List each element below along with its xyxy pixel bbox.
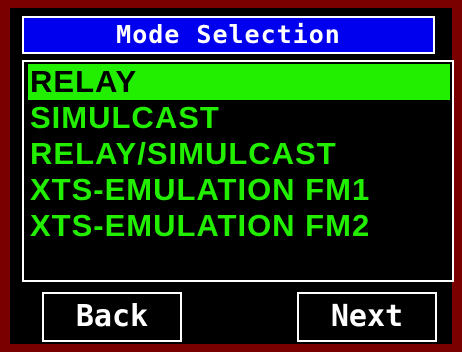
list-item-relay[interactable]: RELAY: [28, 64, 450, 100]
back-button[interactable]: Back: [42, 292, 182, 342]
mode-list: RELAY SIMULCAST RELAY/SIMULCAST XTS-EMUL…: [22, 60, 454, 282]
list-item-xts-emulation-fm2[interactable]: XTS-EMULATION FM2: [28, 208, 450, 244]
list-item-xts-emulation-fm1[interactable]: XTS-EMULATION FM1: [28, 172, 450, 208]
next-button[interactable]: Next: [297, 292, 437, 342]
page-title: Mode Selection: [22, 16, 435, 54]
device-frame: Mode Selection RELAY SIMULCAST RELAY/SIM…: [0, 0, 462, 352]
list-item-relay-simulcast[interactable]: RELAY/SIMULCAST: [28, 136, 450, 172]
list-item-simulcast[interactable]: SIMULCAST: [28, 100, 450, 136]
screen: Mode Selection RELAY SIMULCAST RELAY/SIM…: [10, 8, 454, 344]
